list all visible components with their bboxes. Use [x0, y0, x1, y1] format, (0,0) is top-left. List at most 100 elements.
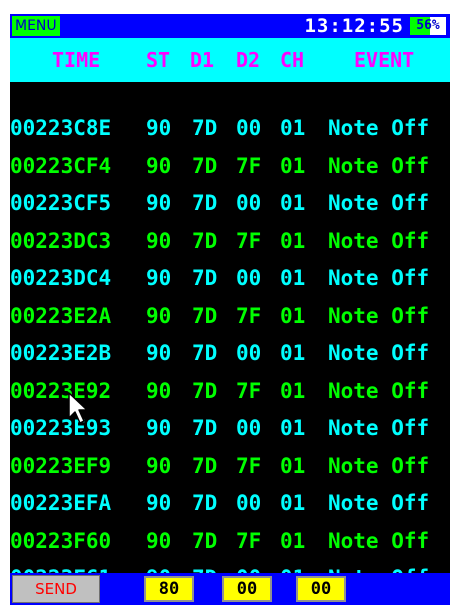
battery-percent: 56%: [416, 18, 440, 33]
cell-event: Note Off: [328, 153, 430, 178]
cell-event: Note Off: [328, 453, 430, 478]
cell-status: 90: [146, 228, 172, 253]
cell-time: 00223DC4: [10, 266, 112, 290]
cell-status: 90: [146, 153, 172, 178]
column-header-data1: D1: [190, 48, 215, 72]
cell-data1: 7D: [192, 416, 218, 440]
cell-status: 90: [146, 416, 172, 440]
cell-channel: 01: [280, 191, 306, 215]
cell-status: 90: [146, 191, 172, 215]
cell-data1: 7D: [192, 528, 218, 553]
cell-status: 90: [146, 453, 172, 478]
event-row[interactable]: 00223CF4 90 7D 7F 01 Note Off: [10, 148, 450, 186]
send-bar: SEND 80 00 00: [10, 573, 450, 605]
cell-channel: 01: [280, 228, 306, 253]
cell-data2: 00: [236, 491, 262, 515]
status-bar: MENU 13:12:55 56%: [10, 14, 450, 38]
cell-channel: 01: [280, 266, 306, 290]
cell-time: 00223E2B: [10, 341, 112, 365]
cell-time: 00223E93: [10, 416, 112, 440]
cell-time: 00223CF4: [10, 153, 112, 178]
column-header-event: EVENT: [354, 48, 415, 72]
cell-channel: 01: [280, 416, 306, 440]
cell-event: Note Off: [328, 491, 430, 515]
cell-time: 00223E92: [10, 378, 112, 403]
data2-byte-field[interactable]: 00: [296, 576, 346, 602]
cell-event: Note Off: [328, 528, 430, 553]
cell-status: 90: [146, 491, 172, 515]
event-row[interactable]: 00223EFA 90 7D 00 01 Note Off: [10, 485, 450, 523]
cell-data2: 00: [236, 266, 262, 290]
cell-data1: 7D: [192, 228, 218, 253]
mouse-pointer-icon: [68, 392, 88, 424]
cell-event: Note Off: [328, 116, 430, 140]
cell-data2: 00: [236, 341, 262, 365]
cell-event: Note Off: [328, 416, 430, 440]
cell-data2: 7F: [236, 228, 262, 253]
cell-channel: 01: [280, 491, 306, 515]
cell-channel: 01: [280, 341, 306, 365]
cell-data2: 7F: [236, 303, 262, 328]
cell-event: Note Off: [328, 303, 430, 328]
cell-event: Note Off: [328, 266, 430, 290]
cell-status: 90: [146, 266, 172, 290]
cell-time: 00223F60: [10, 528, 112, 553]
cell-data1: 7D: [192, 491, 218, 515]
cell-time: 00223EF9: [10, 453, 112, 478]
column-header-status: ST: [146, 48, 171, 72]
cell-status: 90: [146, 528, 172, 553]
cell-event: Note Off: [328, 341, 430, 365]
cell-status: 90: [146, 303, 172, 328]
midi-monitor-screen: MENU 13:12:55 56% TIME ST D1 D2 CH EVENT…: [10, 14, 450, 605]
cell-channel: 01: [280, 378, 306, 403]
event-list[interactable]: 00223C8E 90 7D 00 01 Note Off 00223CF4 90 7D 7F 01…: [10, 110, 450, 598]
cell-channel: 01: [280, 303, 306, 328]
battery-indicator: 56%: [410, 17, 446, 35]
cell-data1: 7D: [192, 116, 218, 140]
cell-data1: 7D: [192, 303, 218, 328]
event-row[interactable]: 00223F60 90 7D 7F 01 Note Off: [10, 523, 450, 561]
cell-channel: 01: [280, 453, 306, 478]
event-table-header: TIME ST D1 D2 CH EVENT: [10, 38, 450, 82]
cell-data2: 00: [236, 191, 262, 215]
cell-data2: 7F: [236, 453, 262, 478]
event-row[interactable]: 00223E2B 90 7D 00 01 Note Off: [10, 335, 450, 373]
cell-time: 00223CF5: [10, 191, 112, 215]
cell-status: 90: [146, 341, 172, 365]
event-row[interactable]: 00223C8E 90 7D 00 01 Note Off: [10, 110, 450, 148]
cell-channel: 01: [280, 153, 306, 178]
event-row[interactable]: 00223E2A 90 7D 7F 01 Note Off: [10, 298, 450, 336]
cell-data2: 7F: [236, 378, 262, 403]
clock-display: 13:12:55: [304, 15, 404, 37]
menu-button[interactable]: MENU: [12, 16, 60, 36]
cell-data2: 7F: [236, 153, 262, 178]
column-header-time: TIME: [52, 48, 101, 72]
cell-data2: 00: [236, 416, 262, 440]
column-header-channel: CH: [280, 48, 305, 72]
cell-data1: 7D: [192, 378, 218, 403]
cell-channel: 01: [280, 528, 306, 553]
event-row[interactable]: 00223DC3 90 7D 7F 01 Note Off: [10, 223, 450, 261]
cell-data1: 7D: [192, 266, 218, 290]
cell-event: Note Off: [328, 228, 430, 253]
cell-time: 00223C8E: [10, 116, 112, 140]
cell-event: Note Off: [328, 378, 430, 403]
cell-data1: 7D: [192, 191, 218, 215]
cell-channel: 01: [280, 116, 306, 140]
event-row[interactable]: 00223EF9 90 7D 7F 01 Note Off: [10, 448, 450, 486]
event-row[interactable]: 00223CF5 90 7D 00 01 Note Off: [10, 185, 450, 223]
event-row[interactable]: 00223DC4 90 7D 00 01 Note Off: [10, 260, 450, 298]
cell-time: 00223DC3: [10, 228, 112, 253]
cell-event: Note Off: [328, 191, 430, 215]
cell-status: 90: [146, 378, 172, 403]
cell-data2: 7F: [236, 528, 262, 553]
status-byte-field[interactable]: 80: [144, 576, 194, 602]
cell-data1: 7D: [192, 153, 218, 178]
cell-status: 90: [146, 116, 172, 140]
data1-byte-field[interactable]: 00: [222, 576, 272, 602]
column-header-data2: D2: [236, 48, 261, 72]
cell-time: 00223E2A: [10, 303, 112, 328]
cell-time: 00223EFA: [10, 491, 112, 515]
cell-data1: 7D: [192, 453, 218, 478]
send-button[interactable]: SEND: [12, 575, 100, 603]
